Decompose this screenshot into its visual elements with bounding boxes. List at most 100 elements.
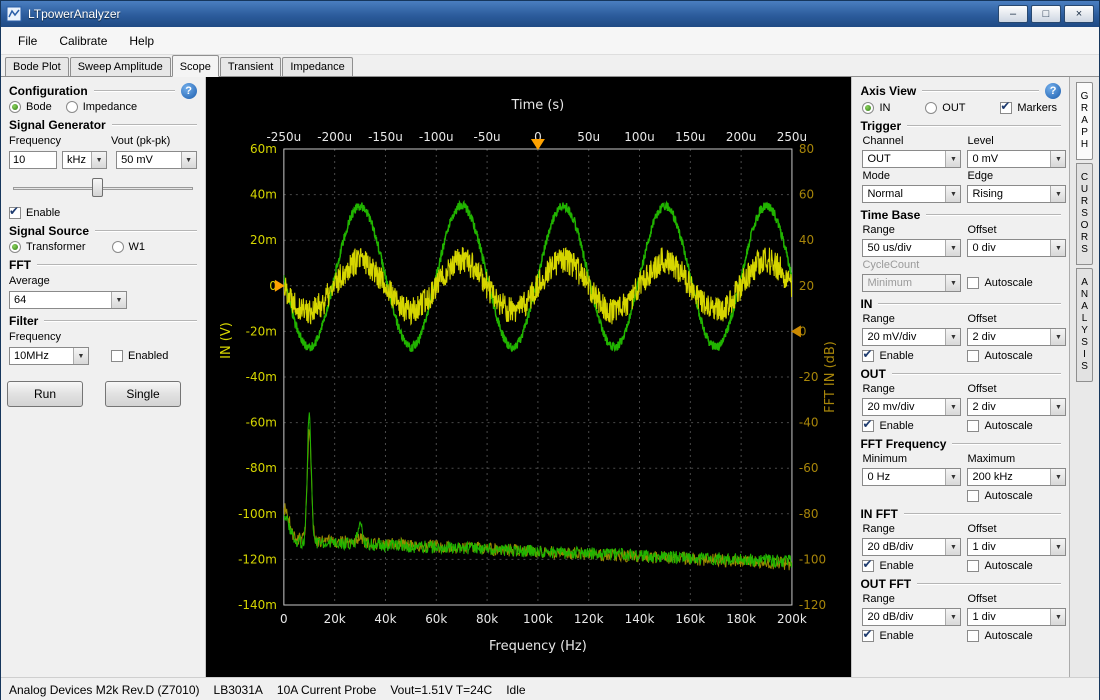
chevron-down-icon: ▼ xyxy=(945,469,960,485)
chevron-down-icon: ▼ xyxy=(945,539,960,555)
out-fft-range-select[interactable]: 20 dB/div ▼ xyxy=(862,608,961,626)
group-in-fft: IN FFT Range Offset 20 dB/div ▼ 1 div ▼ xyxy=(860,506,1061,572)
close-button[interactable]: × xyxy=(1064,5,1094,23)
filter-enabled-checkbox[interactable]: Enabled xyxy=(111,350,168,362)
markers-label: Markers xyxy=(1017,102,1057,114)
chevron-down-icon: ▼ xyxy=(1050,539,1065,555)
maximize-button[interactable]: □ xyxy=(1031,5,1061,23)
impedance-radio[interactable]: Impedance xyxy=(66,101,137,113)
axis-in-radio[interactable]: IN xyxy=(862,102,890,114)
amplitude-slider[interactable] xyxy=(13,177,193,199)
side-tab-graph[interactable]: GRAPH xyxy=(1076,82,1093,160)
frequency-input[interactable] xyxy=(9,151,57,169)
checkbox-indicator xyxy=(967,350,979,362)
w1-radio[interactable]: W1 xyxy=(112,241,146,253)
tab-bode-plot[interactable]: Bode Plot xyxy=(5,57,69,76)
single-button[interactable]: Single xyxy=(105,381,181,407)
bode-radio[interactable]: Bode xyxy=(9,101,52,113)
trigger-edge-select[interactable]: Rising ▼ xyxy=(967,185,1066,203)
chevron-down-icon: ▼ xyxy=(1050,609,1065,625)
time-base-range-label: Range xyxy=(862,224,961,237)
minimize-button[interactable]: – xyxy=(998,5,1028,23)
autoscale-label: Autoscale xyxy=(984,560,1032,572)
axis-out-radio[interactable]: OUT xyxy=(925,102,965,114)
out-fft-autoscale-checkbox[interactable]: Autoscale xyxy=(967,630,1066,642)
filter-frequency-select[interactable]: 10MHz ▼ xyxy=(9,347,89,365)
side-tab-cursors[interactable]: CURSORS xyxy=(1076,163,1093,265)
group-out-fft: OUT FFT Range Offset 20 dB/div ▼ 1 div ▼ xyxy=(860,576,1061,642)
svg-text:-40m: -40m xyxy=(245,370,276,384)
out-autoscale-checkbox[interactable]: Autoscale xyxy=(967,420,1066,432)
svg-text:0: 0 xyxy=(280,612,288,626)
fft-maximum-select[interactable]: 200 kHz ▼ xyxy=(967,468,1066,486)
trigger-level-select[interactable]: 0 mV ▼ xyxy=(967,150,1066,168)
in-offset-select[interactable]: 2 div ▼ xyxy=(967,328,1066,346)
svg-text:-80: -80 xyxy=(799,507,819,521)
group-out: OUT Range Offset 20 mv/div ▼ 2 div ▼ xyxy=(860,366,1061,432)
window-title: LTpowerAnalyzer xyxy=(28,7,998,21)
level-marker-left[interactable] xyxy=(275,280,285,292)
time-base-offset-select[interactable]: 0 div ▼ xyxy=(967,239,1066,257)
frequency-label: Frequency xyxy=(9,135,111,148)
fft-frequency-autoscale-checkbox[interactable]: Autoscale xyxy=(967,490,1066,502)
in-fft-range-select[interactable]: 20 dB/div ▼ xyxy=(862,538,961,556)
fft-minimum-select[interactable]: 0 Hz ▼ xyxy=(862,468,961,486)
in-fft-autoscale-checkbox[interactable]: Autoscale xyxy=(967,560,1066,572)
group-divider xyxy=(878,303,1061,304)
menu-file[interactable]: File xyxy=(7,29,48,53)
in-enable-checkbox[interactable]: Enable xyxy=(862,350,961,362)
radio-indicator xyxy=(925,102,937,114)
svg-text:40k: 40k xyxy=(374,612,396,626)
time-base-autoscale-checkbox[interactable]: Autoscale xyxy=(967,277,1066,289)
time-base-offset-label: Offset xyxy=(967,224,1066,237)
out-offset-select[interactable]: 2 div ▼ xyxy=(967,398,1066,416)
fft-average-select[interactable]: 64 ▼ xyxy=(9,291,127,309)
in-range-select[interactable]: 20 mV/div ▼ xyxy=(862,328,961,346)
menu-help[interactable]: Help xyxy=(118,29,165,53)
time-base-range-select[interactable]: 50 us/div ▼ xyxy=(862,239,961,257)
svg-text:-100m: -100m xyxy=(238,507,277,521)
signal-generator-title: Signal Generator xyxy=(9,118,106,132)
enable-label: Enable xyxy=(879,560,913,572)
tab-scope[interactable]: Scope xyxy=(172,55,219,77)
in-autoscale-checkbox[interactable]: Autoscale xyxy=(967,350,1066,362)
in-fft-offset-select[interactable]: 1 div ▼ xyxy=(967,538,1066,556)
out-fft-enable-checkbox[interactable]: Enable xyxy=(862,630,961,642)
slider-thumb[interactable] xyxy=(92,178,103,197)
tab-sweep-amplitude[interactable]: Sweep Amplitude xyxy=(70,57,171,76)
out-range-select[interactable]: 20 mv/div ▼ xyxy=(862,398,961,416)
tab-impedance[interactable]: Impedance xyxy=(282,57,352,76)
time-marker[interactable] xyxy=(531,139,545,150)
in-fft-enable-checkbox[interactable]: Enable xyxy=(862,560,961,572)
fft-trace-1 xyxy=(283,412,791,567)
group-fft-frequency: FFT Frequency Minimum Maximum 0 Hz ▼ 200… xyxy=(860,436,1061,502)
help-icon[interactable]: ? xyxy=(1045,83,1061,99)
menu-calibrate[interactable]: Calibrate xyxy=(48,29,118,53)
trigger-mode-select[interactable]: Normal ▼ xyxy=(862,185,961,203)
transformer-radio[interactable]: Transformer xyxy=(9,241,86,253)
app-icon xyxy=(6,6,22,22)
enable-label: Enable xyxy=(879,420,913,432)
out-enable-checkbox[interactable]: Enable xyxy=(862,420,961,432)
group-filter: Filter Frequency 10MHz ▼ Enabled xyxy=(9,313,197,365)
vout-select[interactable]: 50 mV ▼ xyxy=(116,151,197,169)
vout-label: Vout (pk-pk) xyxy=(111,135,170,148)
autoscale-label: Autoscale xyxy=(984,420,1032,432)
trigger-channel-label: Channel xyxy=(862,135,961,148)
out-fft-offset-select[interactable]: 1 div ▼ xyxy=(967,608,1066,626)
checkbox-indicator xyxy=(967,490,979,502)
frequency-unit-select[interactable]: kHz ▼ xyxy=(62,151,107,169)
in-title: IN xyxy=(860,297,872,311)
group-divider xyxy=(904,513,1061,514)
help-icon[interactable]: ? xyxy=(181,83,197,99)
trigger-channel-select[interactable]: OUT ▼ xyxy=(862,150,961,168)
markers-checkbox[interactable]: Markers xyxy=(1000,102,1057,114)
run-button[interactable]: Run xyxy=(7,381,83,407)
axis-in-label: IN xyxy=(879,102,890,114)
svg-text:140k: 140k xyxy=(624,612,654,626)
titlebar[interactable]: LTpowerAnalyzer – □ × xyxy=(1,1,1099,27)
signal-enable-checkbox[interactable]: Enable xyxy=(9,207,60,219)
tab-transient[interactable]: Transient xyxy=(220,57,281,76)
side-tab-analysis[interactable]: ANALYSIS xyxy=(1076,268,1093,382)
group-time-base: Time Base Range Offset 50 us/div ▼ 0 div… xyxy=(860,207,1061,292)
